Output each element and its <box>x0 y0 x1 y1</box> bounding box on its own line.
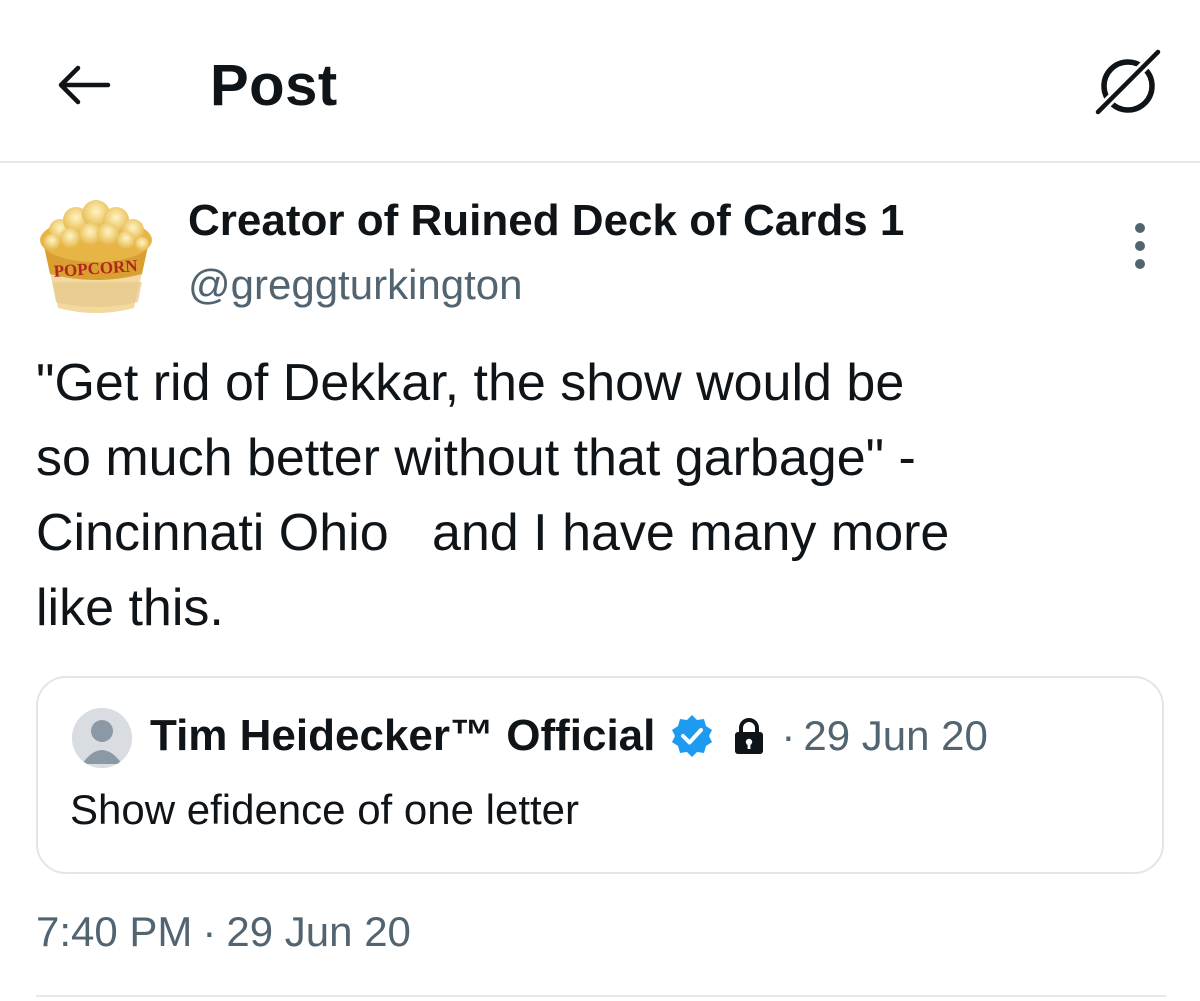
quoted-post-date[interactable]: 29 Jun 20 <box>803 712 988 760</box>
arrow-left-icon <box>58 65 111 105</box>
author-handle[interactable]: @greggturkington <box>188 258 523 312</box>
more-vertical-icon <box>1135 223 1145 269</box>
header-divider <box>0 161 1200 163</box>
post-text: "Get rid of Dekkar, the show would be so… <box>36 354 950 637</box>
default-profile-avatar <box>72 708 132 768</box>
timestamp-separator: · <box>202 908 217 955</box>
grok-button[interactable] <box>1088 44 1168 124</box>
more-options-button[interactable] <box>1120 218 1160 274</box>
popcorn-bucket-avatar: POPCORN <box>40 200 152 313</box>
back-button[interactable] <box>50 52 116 118</box>
lock-icon <box>735 718 764 754</box>
post-divider <box>36 995 1166 997</box>
quoted-post-card[interactable]: Tim Heidecker™ Official · 29 Jun 20 Show… <box>36 676 1164 874</box>
page-title: Post <box>210 53 338 118</box>
author-avatar[interactable]: POPCORN <box>38 190 154 318</box>
post-time: 7:40 PM <box>36 908 193 955</box>
separator-dot: · <box>781 712 796 759</box>
quoted-author-name[interactable]: Tim Heidecker™ Official <box>150 706 655 766</box>
post-timestamp[interactable]: 7:40 PM · 29 Jun 20 <box>36 900 421 964</box>
verified-badge-icon <box>672 715 713 757</box>
grok-icon <box>1092 46 1164 118</box>
top-bar: Post <box>0 0 1200 163</box>
author-display-name[interactable]: Creator of Ruined Deck of Cards 1 <box>188 194 904 248</box>
quoted-post-header: Tim Heidecker™ Official · 29 Jun 20 <box>150 706 988 766</box>
quoted-author-avatar[interactable] <box>72 708 132 768</box>
post-date: 29 Jun 20 <box>226 908 411 955</box>
quoted-post-text: Show efidence of one letter <box>70 786 580 833</box>
